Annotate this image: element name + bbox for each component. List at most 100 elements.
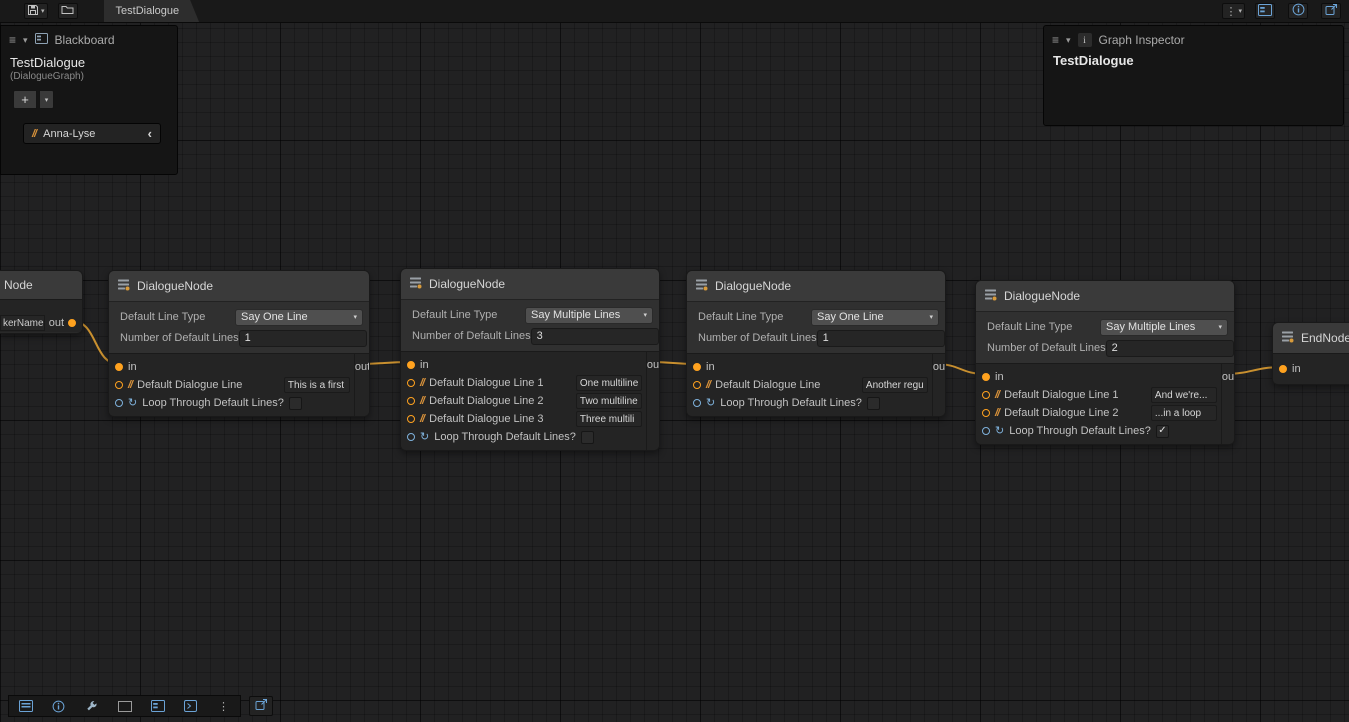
line-port[interactable] — [115, 381, 123, 389]
line-value-field[interactable]: Three multili — [576, 411, 642, 427]
frame-button[interactable] — [108, 696, 141, 716]
loop-port[interactable] — [407, 433, 415, 441]
tools-button[interactable] — [75, 696, 108, 716]
node-title-label: DialogueNode — [429, 277, 505, 291]
loop-label: Loop Through Default Lines? — [434, 431, 576, 443]
inspector-graph-name: TestDialogue — [1044, 51, 1343, 68]
speaker-out-label: out — [49, 317, 64, 329]
num-lines-label: Number of Default Lines — [693, 332, 817, 344]
line-value-field[interactable]: Two multiline — [576, 393, 642, 409]
property-expand-icon[interactable]: ‹ — [148, 126, 152, 141]
loop-port[interactable] — [982, 427, 990, 435]
line-value-field[interactable]: ...in a loop — [1151, 405, 1217, 421]
node-title-bar[interactable]: EndNode — [1273, 323, 1349, 353]
blackboard-panel[interactable]: ≡ ▾ Blackboard TestDialogue (DialogueGra… — [0, 25, 178, 175]
line-type-dropdown[interactable]: Say One Line ▾ — [811, 309, 939, 326]
loop-checkbox[interactable] — [867, 397, 880, 410]
more-options-button[interactable]: ⋮ — [207, 696, 240, 716]
speaker-node[interactable]: Node kerName out — [0, 270, 83, 334]
line-value-field[interactable]: This is a first — [284, 377, 350, 393]
blackboard-property-anna-lyse[interactable]: // Anna-Lyse ‹ — [23, 123, 161, 144]
in-port[interactable] — [407, 361, 415, 369]
speaker-name-field[interactable]: kerName — [0, 315, 45, 331]
dialogue-node-3[interactable]: DialogueNode Default Line Type Say One L… — [686, 270, 946, 417]
save-button[interactable]: ▾ — [24, 3, 48, 19]
open-external-button[interactable] — [249, 696, 273, 716]
line-port[interactable] — [407, 379, 415, 387]
loop-checkbox[interactable]: ✓ — [1156, 425, 1169, 438]
speaker-name-value: kerName — [3, 318, 44, 329]
inspector-header[interactable]: ≡ ▾ i Graph Inspector — [1044, 26, 1343, 51]
line-port[interactable] — [982, 391, 990, 399]
caret-down-icon: ▾ — [45, 96, 49, 104]
line-type-dropdown[interactable]: Say Multiple Lines ▾ — [1100, 319, 1228, 336]
dialogue-node-2[interactable]: DialogueNode Default Line Type Say Multi… — [400, 268, 660, 451]
loop-checkbox[interactable] — [581, 431, 594, 444]
line-port[interactable] — [982, 409, 990, 417]
in-port[interactable] — [1279, 365, 1287, 373]
line-port[interactable] — [407, 397, 415, 405]
speaker-node-title[interactable]: Node — [0, 271, 82, 299]
open-asset-button[interactable] — [58, 3, 78, 19]
quote-icon: // — [128, 379, 132, 391]
node-title-bar[interactable]: DialogueNode — [687, 271, 945, 301]
quote-icon: // — [995, 389, 999, 401]
line-label: Default Dialogue Line — [137, 379, 242, 391]
toggle-minimap-button[interactable] — [1321, 3, 1341, 19]
blackboard-toggle-button[interactable] — [141, 696, 174, 716]
graph-tab[interactable]: TestDialogue — [104, 0, 200, 22]
line-label: Default Dialogue Line 2 — [1004, 407, 1118, 419]
save-dropdown-icon[interactable]: ▾ — [41, 7, 45, 15]
dialogue-node-1[interactable]: DialogueNode Default Line Type Say One L… — [108, 270, 370, 417]
node-title-bar[interactable]: DialogueNode — [109, 271, 369, 301]
blackboard-collapse-icon[interactable]: ▾ — [23, 35, 28, 46]
in-port[interactable] — [115, 363, 123, 371]
num-lines-field[interactable]: 1 — [239, 330, 367, 347]
dialogue-node-4[interactable]: DialogueNode Default Line Type Say Multi… — [975, 280, 1235, 445]
line-type-value: Say One Line — [241, 311, 308, 323]
line-type-dropdown[interactable]: Say Multiple Lines ▾ — [525, 307, 653, 324]
options-menu-button[interactable]: ⋮ ▾ — [1222, 3, 1245, 19]
in-port[interactable] — [693, 363, 701, 371]
end-node[interactable]: EndNode in — [1272, 322, 1349, 385]
blackboard-header[interactable]: ≡ ▾ Blackboard — [1, 26, 177, 51]
line-value-field[interactable]: Another regu — [862, 377, 928, 393]
in-port[interactable] — [982, 373, 990, 381]
loop-port[interactable] — [693, 399, 701, 407]
speaker-quote-icon: // — [32, 128, 36, 140]
blackboard-menu-icon[interactable]: ≡ — [9, 33, 16, 47]
loop-port[interactable] — [115, 399, 123, 407]
num-lines-label: Number of Default Lines — [982, 342, 1106, 354]
add-property-dropdown[interactable]: ▾ — [39, 90, 54, 109]
line-port[interactable] — [407, 415, 415, 423]
toggle-inspector-button[interactable] — [1288, 3, 1308, 19]
info-button[interactable] — [42, 696, 75, 716]
console-list-button[interactable] — [9, 696, 42, 716]
graph-inspector-panel[interactable]: ≡ ▾ i Graph Inspector TestDialogue — [1043, 25, 1344, 126]
line-value: One multiline — [580, 378, 638, 389]
num-lines-field[interactable]: 3 — [531, 328, 659, 345]
inspector-title: Graph Inspector — [1099, 33, 1185, 47]
add-property-button[interactable]: + — [13, 90, 37, 109]
out-port-label: out — [355, 361, 370, 373]
toggle-blackboard-button[interactable] — [1255, 3, 1275, 19]
line-label: Default Dialogue Line 3 — [429, 413, 543, 425]
inspector-collapse-icon[interactable]: ▾ — [1066, 35, 1071, 46]
line-value-field[interactable]: And we're... — [1151, 387, 1217, 403]
node-title-bar[interactable]: DialogueNode — [976, 281, 1234, 311]
line-value-field[interactable]: One multiline — [576, 375, 642, 391]
line-port[interactable] — [693, 381, 701, 389]
dropdown-caret-icon: ▾ — [353, 313, 357, 321]
node-title-label: DialogueNode — [1004, 289, 1080, 303]
line-type-label: Default Line Type — [693, 311, 811, 323]
num-lines-field[interactable]: 2 — [1106, 340, 1234, 357]
num-lines-field[interactable]: 1 — [817, 330, 945, 347]
dialogue-node-icon — [984, 288, 997, 304]
loop-checkbox[interactable] — [289, 397, 302, 410]
preview-button[interactable] — [174, 696, 207, 716]
inspector-menu-icon[interactable]: ≡ — [1052, 33, 1059, 47]
node-title-bar[interactable]: DialogueNode — [401, 269, 659, 299]
line-type-dropdown[interactable]: Say One Line ▾ — [235, 309, 363, 326]
speaker-out-port[interactable] — [68, 319, 76, 327]
line-label: Default Dialogue Line 1 — [429, 377, 543, 389]
